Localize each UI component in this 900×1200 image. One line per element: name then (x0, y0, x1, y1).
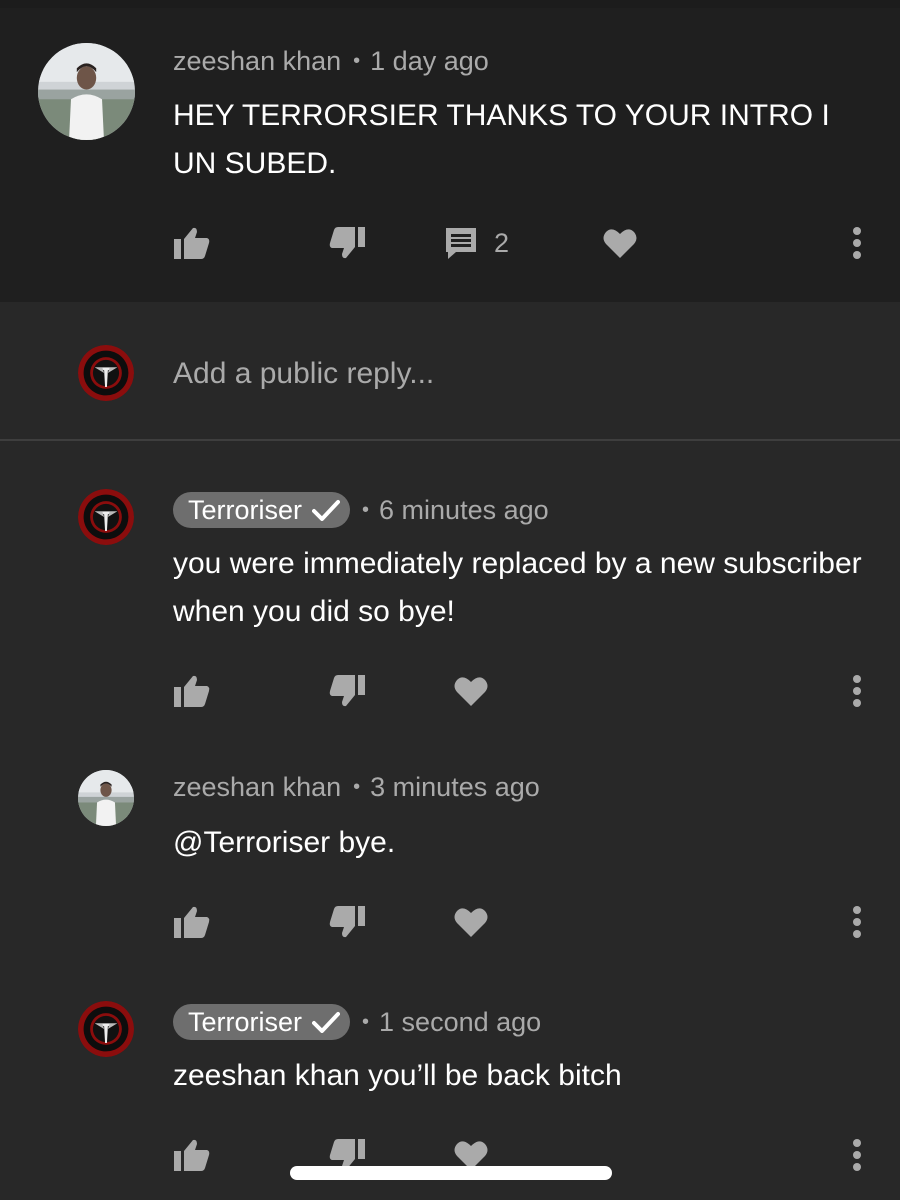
creator-badge[interactable]: Terroriser (173, 1004, 351, 1040)
user-avatar (78, 345, 134, 401)
terroriser-avatar[interactable] (78, 489, 134, 545)
more-options-button[interactable] (850, 897, 864, 947)
top-edge (0, 0, 900, 8)
more-vertical-icon (853, 675, 861, 707)
thumbs-down-icon (329, 675, 365, 707)
reply-2-actions (0, 897, 900, 947)
top-comment-text: HEY TERRORSIER THANKS TO YOUR INTRO I UN… (173, 99, 830, 180)
reply-count: 2 (494, 227, 510, 258)
heart-icon (603, 229, 637, 258)
section-divider (0, 439, 900, 441)
reply-1-time: 6 minutes ago (379, 494, 549, 525)
thumbs-up-icon (174, 906, 210, 938)
zeeshan-avatar[interactable] (38, 43, 135, 140)
reply-2-meta: zeeshan khan • 3 minutes ago (173, 772, 540, 803)
heart-icon (454, 908, 488, 937)
heart-button[interactable] (454, 897, 488, 947)
more-options-button[interactable] (850, 218, 864, 268)
dislike-button[interactable] (328, 897, 366, 947)
reply-1-actions (0, 666, 900, 716)
separator-dot: • (353, 776, 361, 798)
top-comment-time: 1 day ago (370, 46, 489, 76)
like-button[interactable] (173, 218, 211, 268)
reply-2-time: 3 minutes ago (370, 772, 540, 802)
dislike-button[interactable] (328, 218, 366, 268)
like-button[interactable] (173, 1130, 211, 1180)
home-indicator[interactable] (290, 1166, 612, 1180)
reply-2-text: @Terroriser bye. (173, 826, 396, 859)
more-vertical-icon (853, 906, 861, 938)
checkmark-icon (312, 500, 341, 521)
thumbs-up-icon (174, 227, 210, 259)
comment-icon (446, 228, 476, 259)
separator-dot: • (353, 50, 361, 72)
reply-3-meta: Terroriser • 1 second ago (173, 1004, 541, 1040)
reply-3-author: Terroriser (188, 1006, 303, 1037)
reply-1-meta: Terroriser • 6 minutes ago (173, 492, 549, 528)
creator-badge[interactable]: Terroriser (173, 492, 351, 528)
reply-3-text: zeeshan khan you’ll be back bitch (173, 1059, 622, 1092)
like-button[interactable] (173, 666, 211, 716)
checkmark-icon (312, 1012, 341, 1033)
reply-1-text: you were immediately replaced by a new s… (173, 547, 862, 628)
more-vertical-icon (853, 227, 861, 259)
more-vertical-icon (853, 1139, 861, 1171)
thumbs-down-icon (329, 227, 365, 259)
separator-dot: • (362, 498, 370, 521)
separator-dot: • (362, 1010, 370, 1033)
top-comment-author[interactable]: zeeshan khan (173, 46, 341, 77)
top-comment-actions: 2 (0, 218, 900, 268)
top-comment-meta: zeeshan khan • 1 day ago (173, 46, 489, 77)
heart-icon (454, 677, 488, 706)
heart-button[interactable] (454, 666, 488, 716)
thumbs-down-icon (329, 906, 365, 938)
heart-button[interactable] (603, 218, 637, 268)
reply-1-author: Terroriser (188, 494, 303, 525)
terroriser-avatar[interactable] (78, 1001, 134, 1057)
more-options-button[interactable] (850, 1130, 864, 1180)
thumbs-up-icon (174, 1139, 210, 1171)
dislike-button[interactable] (328, 666, 366, 716)
like-button[interactable] (173, 897, 211, 947)
zeeshan-avatar[interactable] (78, 770, 134, 826)
reply-2-author[interactable]: zeeshan khan (173, 772, 341, 803)
reply-input[interactable]: Add a public reply... (173, 357, 434, 391)
reply-3-time: 1 second ago (379, 1006, 542, 1037)
more-options-button[interactable] (850, 666, 864, 716)
reply-button[interactable]: 2 (444, 218, 509, 268)
thumbs-up-icon (174, 675, 210, 707)
